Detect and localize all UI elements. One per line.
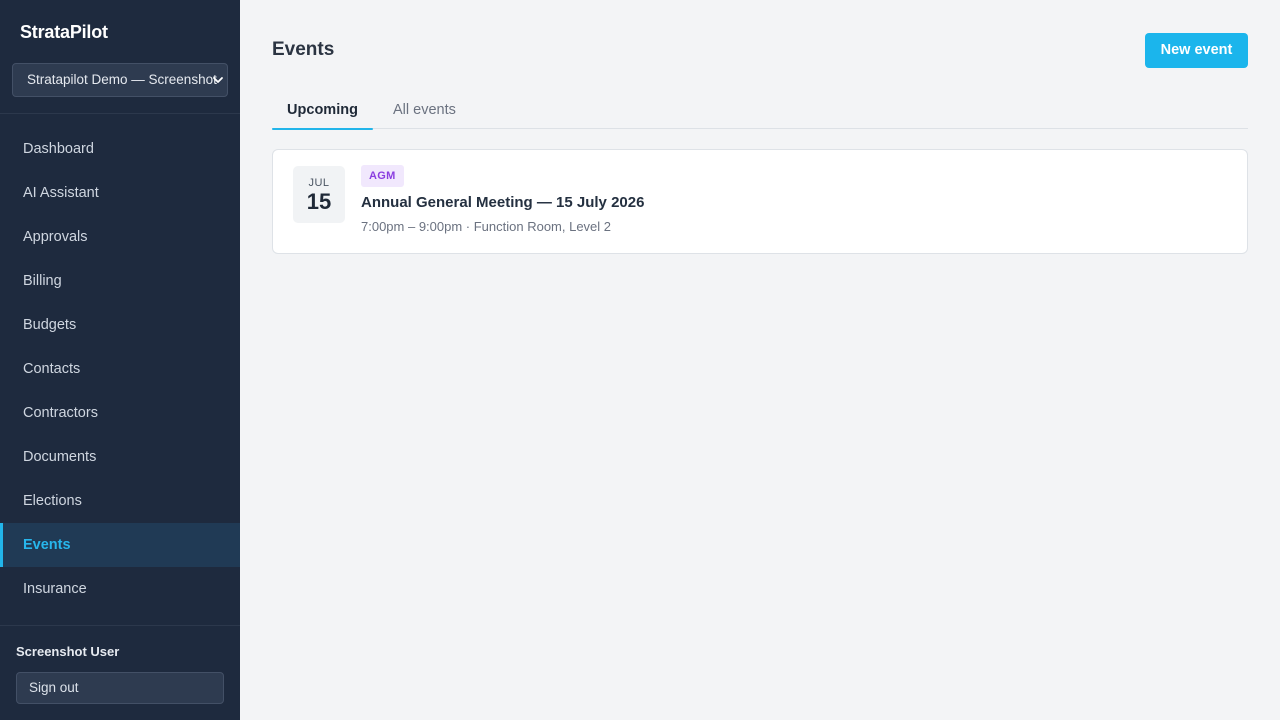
organization-select[interactable]: Stratapilot Demo — Screenshot bbox=[12, 63, 228, 97]
sidebar-item-budgets[interactable]: Budgets bbox=[0, 303, 240, 347]
sidebar-item-documents[interactable]: Documents bbox=[0, 435, 240, 479]
brand-logo: StrataPilot bbox=[20, 22, 108, 42]
organization-select-value: Stratapilot Demo — Screenshot bbox=[27, 72, 217, 87]
sidebar-item-insurance[interactable]: Insurance bbox=[0, 567, 240, 611]
sidebar-item-ai-assistant[interactable]: AI Assistant bbox=[0, 171, 240, 215]
new-event-button[interactable]: New event bbox=[1145, 33, 1248, 68]
sidebar: StrataPilot Stratapilot Demo — Screensho… bbox=[0, 0, 240, 720]
sidebar-item-events[interactable]: Events bbox=[0, 523, 240, 567]
sidebar-item-dashboard[interactable]: Dashboard bbox=[0, 127, 240, 171]
event-type-badge: AGM bbox=[361, 165, 404, 187]
event-meta: 7:00pm – 9:00pm · Function Room, Level 2 bbox=[361, 219, 612, 234]
event-date-day: 15 bbox=[306, 189, 332, 214]
sidebar-item-contractors[interactable]: Contractors bbox=[0, 391, 240, 435]
event-title[interactable]: Annual General Meeting — 15 July 2026 bbox=[361, 194, 644, 211]
chevron-down-icon bbox=[213, 77, 223, 83]
sidebar-item-approvals[interactable]: Approvals bbox=[0, 215, 240, 259]
tab-upcoming[interactable]: Upcoming bbox=[272, 94, 373, 130]
event-card[interactable]: JUL 15 AGM Annual General Meeting — 15 J… bbox=[272, 149, 1248, 254]
event-date-month: JUL bbox=[308, 177, 330, 189]
sidebar-item-elections[interactable]: Elections bbox=[0, 479, 240, 523]
sign-out-button[interactable]: Sign out bbox=[16, 672, 224, 704]
sidebar-item-contacts[interactable]: Contacts bbox=[0, 347, 240, 391]
event-date: JUL 15 bbox=[293, 166, 345, 223]
tab-all-events[interactable]: All events bbox=[393, 94, 456, 129]
sidebar-item-billing[interactable]: Billing bbox=[0, 259, 240, 303]
sidebar-divider bbox=[0, 625, 240, 626]
user-name: Screenshot User bbox=[16, 644, 120, 659]
sidebar-nav: Dashboard AI Assistant Approvals Billing… bbox=[0, 127, 240, 611]
sidebar-divider bbox=[0, 113, 240, 114]
page-title: Events bbox=[272, 39, 335, 60]
event-tabs: Upcoming All events bbox=[272, 94, 1248, 130]
